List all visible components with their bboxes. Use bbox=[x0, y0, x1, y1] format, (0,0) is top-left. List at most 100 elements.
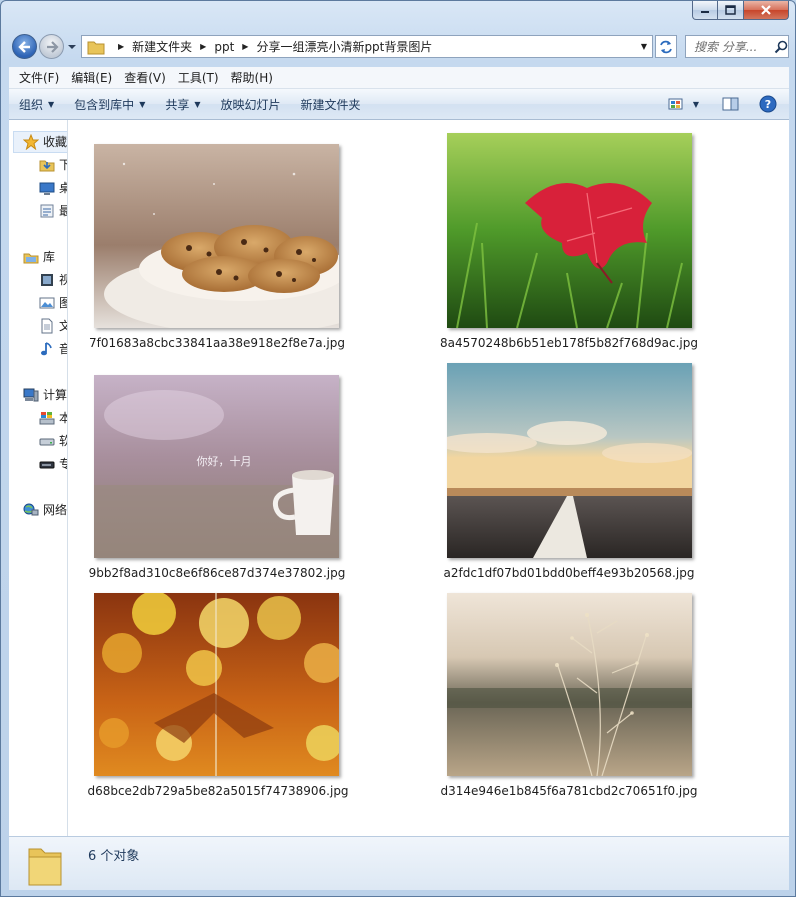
nav-favorites[interactable]: 收藏夹 bbox=[23, 133, 67, 150]
address-dropdown-icon[interactable]: ▼ bbox=[636, 42, 652, 51]
file-name[interactable]: d314e946e1b845f6a781cbd2c70651f0.jpg bbox=[419, 784, 719, 798]
thumbnail-dry-grass[interactable] bbox=[447, 593, 692, 776]
nav-local-disk-label: 本地磁盘 bbox=[59, 409, 67, 426]
arrow-left-icon bbox=[17, 40, 30, 53]
road-image bbox=[447, 363, 692, 558]
slideshow-label: 放映幻灯片 bbox=[220, 97, 281, 112]
file-name[interactable]: a2fdc1df07bd01bdd0beff4e93b20568.jpg bbox=[419, 566, 719, 580]
chevron-right-icon[interactable]: ▶ bbox=[118, 42, 124, 51]
breadcrumb-item[interactable]: 分享一组漂亮小清新ppt背景图片 bbox=[256, 38, 432, 55]
chevron-down-icon: ▼ bbox=[48, 99, 55, 109]
content-area: 收藏夹 下载 桌面 最近访问的位置 库 视频 bbox=[9, 120, 789, 836]
view-options-icon[interactable] bbox=[667, 96, 685, 112]
file-list: 7f01683a8cbc33841aa38e918e2f8e7a.jpg 8a4… bbox=[68, 120, 789, 836]
chevron-down-icon: ▼ bbox=[194, 99, 201, 109]
file-name[interactable]: 9bb2f8ad310c8e6f86ce87d374e37802.jpg bbox=[67, 566, 367, 580]
organize-label: 组织 bbox=[19, 97, 44, 112]
search-input[interactable] bbox=[694, 39, 774, 54]
recent-pages-dropdown[interactable] bbox=[67, 42, 77, 52]
nav-documents-label: 文档 bbox=[59, 317, 67, 334]
red-leaf-image bbox=[447, 133, 692, 328]
maximize-icon bbox=[725, 5, 736, 15]
image-caption: 你好，十月 bbox=[197, 454, 252, 468]
nav-documents[interactable]: 文档 bbox=[39, 317, 67, 334]
explorer-window: ▶ 新建文件夹 ▶ ppt ▶ 分享一组漂亮小清新ppt背景图片 ▼ 文件(F)… bbox=[0, 0, 796, 897]
view-dropdown-icon[interactable]: ▼ bbox=[693, 100, 699, 109]
caption-buttons bbox=[692, 1, 789, 20]
new-folder-label: 新建文件夹 bbox=[300, 97, 361, 112]
thumbnail-bokeh[interactable] bbox=[94, 593, 339, 776]
chevron-right-icon[interactable]: ▶ bbox=[242, 42, 248, 51]
breadcrumb-item[interactable]: ppt bbox=[214, 40, 234, 54]
menu-tools[interactable]: 工具(T) bbox=[172, 69, 225, 86]
help-icon[interactable]: ? bbox=[759, 95, 777, 113]
pictures-icon bbox=[39, 297, 55, 308]
thumbnail-road[interactable] bbox=[447, 363, 692, 558]
include-library-button[interactable]: 包含到库中 ▼ bbox=[64, 89, 155, 119]
nav-drive-2[interactable]: 软件 bbox=[39, 432, 67, 449]
desktop-icon bbox=[39, 182, 55, 195]
menu-help[interactable]: 帮助(H) bbox=[225, 69, 279, 86]
menu-edit[interactable]: 编辑(E) bbox=[65, 69, 118, 86]
nav-downloads[interactable]: 下载 bbox=[39, 156, 67, 173]
nav-computer[interactable]: 计算机 bbox=[23, 386, 68, 403]
nav-libraries[interactable]: 库 bbox=[23, 248, 55, 265]
arrow-right-icon bbox=[46, 40, 59, 53]
file-name[interactable]: d68bce2db729a5be82a5015f74738906.jpg bbox=[68, 784, 368, 798]
menu-view[interactable]: 查看(V) bbox=[118, 69, 172, 86]
menu-file[interactable]: 文件(F) bbox=[13, 69, 65, 86]
nav-drive-2-label: 软件 bbox=[59, 432, 67, 449]
nav-recent-label: 最近访问的位置 bbox=[59, 202, 67, 219]
documents-icon bbox=[41, 318, 53, 333]
back-button[interactable] bbox=[12, 34, 37, 59]
folder-large-icon bbox=[28, 848, 62, 886]
nav-videos[interactable]: 视频 bbox=[39, 271, 67, 288]
include-library-label: 包含到库中 bbox=[74, 97, 135, 112]
nav-desktop[interactable]: 桌面 bbox=[39, 179, 67, 196]
music-icon bbox=[41, 341, 52, 355]
address-row: ▶ 新建文件夹 ▶ ppt ▶ 分享一组漂亮小清新ppt背景图片 ▼ bbox=[11, 33, 789, 61]
minimize-button[interactable] bbox=[692, 1, 718, 20]
dry-grass-image bbox=[447, 593, 692, 776]
nav-music[interactable]: 音乐 bbox=[39, 340, 67, 357]
nav-network[interactable]: 网络 bbox=[23, 501, 67, 518]
search-icon[interactable] bbox=[774, 40, 788, 54]
navigation-pane: 收藏夹 下载 桌面 最近访问的位置 库 视频 bbox=[9, 120, 68, 836]
preview-pane-icon[interactable] bbox=[721, 96, 741, 112]
maximize-button[interactable] bbox=[718, 1, 744, 20]
share-button[interactable]: 共享 ▼ bbox=[155, 89, 210, 119]
nav-desktop-label: 桌面 bbox=[59, 179, 67, 196]
thumbnail-cookies[interactable] bbox=[94, 144, 339, 328]
computer-icon bbox=[23, 388, 39, 401]
address-bar[interactable]: ▶ 新建文件夹 ▶ ppt ▶ 分享一组漂亮小清新ppt背景图片 ▼ bbox=[81, 35, 653, 58]
breadcrumb-item[interactable]: 新建文件夹 bbox=[132, 38, 192, 55]
forward-button[interactable] bbox=[39, 34, 64, 59]
new-folder-button[interactable]: 新建文件夹 bbox=[291, 89, 371, 119]
network-icon bbox=[23, 503, 39, 515]
file-name[interactable]: 8a4570248b6b51eb178f5b82f768d9ac.jpg bbox=[419, 336, 719, 350]
file-name[interactable]: 7f01683a8cbc33841aa38e918e2f8e7a.jpg bbox=[67, 336, 367, 350]
bokeh-image bbox=[94, 593, 339, 776]
removable-drive-icon bbox=[39, 461, 55, 468]
cookies-image bbox=[94, 144, 339, 328]
command-bar: 组织 ▼ 包含到库中 ▼ 共享 ▼ 放映幻灯片 新建文件夹 ▼ ? bbox=[9, 89, 789, 120]
organize-button[interactable]: 组织 ▼ bbox=[9, 89, 64, 119]
nav-pictures[interactable]: 图片 bbox=[39, 294, 67, 311]
share-label: 共享 bbox=[165, 97, 190, 112]
refresh-button[interactable] bbox=[655, 35, 677, 58]
nav-computer-label: 计算机 bbox=[43, 388, 68, 402]
slideshow-button[interactable]: 放映幻灯片 bbox=[211, 89, 291, 119]
recent-places-icon bbox=[40, 204, 54, 217]
chevron-right-icon[interactable]: ▶ bbox=[200, 42, 206, 51]
nav-local-disk[interactable]: 本地磁盘 bbox=[39, 409, 67, 426]
nav-libraries-label: 库 bbox=[43, 250, 56, 264]
cup-image: 你好，十月 bbox=[94, 375, 339, 558]
nav-videos-label: 视频 bbox=[59, 271, 67, 288]
thumbnail-red-leaf[interactable] bbox=[447, 133, 692, 328]
nav-recent[interactable]: 最近访问的位置 bbox=[39, 202, 67, 219]
nav-network-label: 网络 bbox=[43, 503, 68, 517]
thumbnail-cup[interactable]: 你好，十月 bbox=[94, 375, 339, 558]
close-button[interactable] bbox=[744, 1, 789, 20]
system-drive-icon bbox=[39, 411, 55, 424]
nav-drive-3[interactable]: 专用 bbox=[39, 455, 67, 472]
